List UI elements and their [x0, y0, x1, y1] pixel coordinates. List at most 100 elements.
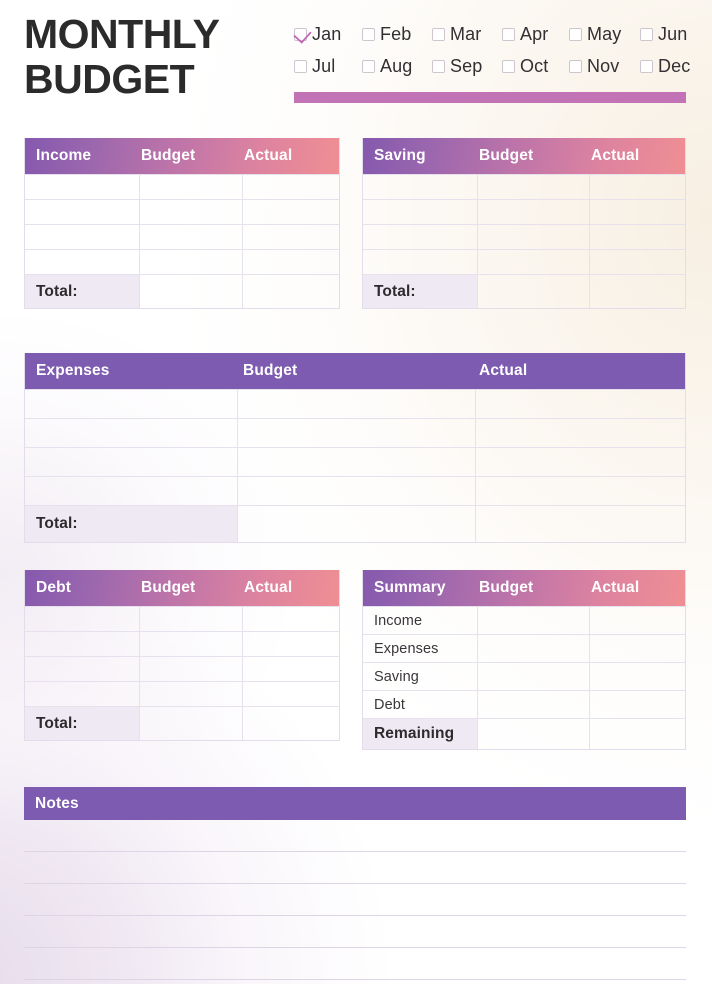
expenses-total-budget-cell[interactable]	[237, 506, 475, 542]
month-checkbox-jul[interactable]: Jul	[294, 53, 362, 79]
income-actual-cell[interactable]	[242, 200, 339, 224]
month-checkbox-oct[interactable]: Oct	[502, 53, 569, 79]
month-checkbox-nov[interactable]: Nov	[569, 53, 640, 79]
saving-budget-cell[interactable]	[477, 200, 589, 224]
checkbox-icon[interactable]	[502, 27, 515, 41]
summary-actual-cell[interactable]	[589, 663, 685, 690]
expense-name-cell[interactable]	[25, 390, 237, 418]
summary-budget-cell[interactable]	[477, 635, 589, 662]
month-checkbox-sep[interactable]: Sep	[432, 53, 502, 79]
summary-remaining-budget-cell[interactable]	[477, 719, 589, 749]
month-checkbox-feb[interactable]: Feb	[362, 21, 432, 47]
saving-budget-cell[interactable]	[477, 225, 589, 249]
debt-name-cell[interactable]	[25, 657, 139, 681]
saving-name-cell[interactable]	[363, 225, 477, 249]
expenses-total-actual-cell[interactable]	[475, 506, 685, 542]
debt-total-budget-cell[interactable]	[139, 707, 242, 740]
saving-actual-cell[interactable]	[589, 200, 685, 224]
income-actual-cell[interactable]	[242, 250, 339, 274]
saving-budget-cell[interactable]	[477, 175, 589, 199]
notes-line[interactable]	[24, 852, 686, 884]
summary-remaining-actual-cell[interactable]	[589, 719, 685, 749]
income-budget-cell[interactable]	[139, 250, 242, 274]
expense-name-cell[interactable]	[25, 419, 237, 447]
notes-line[interactable]	[24, 820, 686, 852]
debt-budget-cell[interactable]	[139, 607, 242, 631]
checkbox-icon[interactable]	[640, 27, 653, 41]
income-name-cell[interactable]	[25, 175, 139, 199]
month-checkbox-jun[interactable]: Jun	[640, 21, 688, 47]
checkbox-icon[interactable]	[362, 27, 375, 41]
debt-name-cell[interactable]	[25, 607, 139, 631]
expense-actual-cell[interactable]	[475, 448, 685, 476]
expense-budget-cell[interactable]	[237, 390, 475, 418]
notes-title: Notes	[35, 794, 79, 812]
debt-name-cell[interactable]	[25, 682, 139, 706]
month-checkbox-mar[interactable]: Mar	[432, 21, 502, 47]
saving-total-budget-cell[interactable]	[477, 275, 589, 308]
saving-actual-cell[interactable]	[589, 225, 685, 249]
saving-budget-cell[interactable]	[477, 250, 589, 274]
notes-line[interactable]	[24, 884, 686, 916]
expense-actual-cell[interactable]	[475, 419, 685, 447]
income-name-cell[interactable]	[25, 225, 139, 249]
checkbox-icon[interactable]	[432, 59, 445, 73]
income-budget-cell[interactable]	[139, 175, 242, 199]
income-name-cell[interactable]	[25, 200, 139, 224]
checkbox-icon[interactable]	[502, 59, 515, 73]
income-total-actual-cell[interactable]	[242, 275, 339, 308]
checkbox-icon[interactable]	[569, 27, 582, 41]
saving-name-cell[interactable]	[363, 200, 477, 224]
table-row	[25, 174, 339, 199]
expense-name-cell[interactable]	[25, 448, 237, 476]
debt-total-actual-cell[interactable]	[242, 707, 339, 740]
saving-total-actual-cell[interactable]	[589, 275, 685, 308]
expense-budget-cell[interactable]	[237, 477, 475, 505]
debt-actual-cell[interactable]	[242, 657, 339, 681]
summary-budget-cell[interactable]	[477, 663, 589, 690]
debt-actual-cell[interactable]	[242, 607, 339, 631]
income-actual-cell[interactable]	[242, 225, 339, 249]
saving-name-cell[interactable]	[363, 175, 477, 199]
saving-actual-cell[interactable]	[589, 175, 685, 199]
checkbox-icon[interactable]	[294, 27, 307, 41]
budget-page: MONTHLY BUDGET Jan Feb Mar Apr May Jun J…	[0, 0, 712, 984]
checkbox-icon[interactable]	[640, 59, 653, 73]
income-name-cell[interactable]	[25, 250, 139, 274]
month-checkbox-aug[interactable]: Aug	[362, 53, 432, 79]
month-checkbox-jan[interactable]: Jan	[294, 21, 362, 47]
debt-budget-cell[interactable]	[139, 682, 242, 706]
notes-line[interactable]	[24, 948, 686, 980]
checkbox-icon[interactable]	[294, 59, 307, 73]
debt-budget-cell[interactable]	[139, 657, 242, 681]
summary-actual-cell[interactable]	[589, 691, 685, 718]
expense-actual-cell[interactable]	[475, 477, 685, 505]
expense-budget-cell[interactable]	[237, 448, 475, 476]
expense-budget-cell[interactable]	[237, 419, 475, 447]
summary-actual-cell[interactable]	[589, 607, 685, 634]
saving-name-cell[interactable]	[363, 250, 477, 274]
expense-name-cell[interactable]	[25, 477, 237, 505]
checkbox-icon[interactable]	[569, 59, 582, 73]
income-budget-cell[interactable]	[139, 200, 242, 224]
income-actual-cell[interactable]	[242, 175, 339, 199]
summary-actual-cell[interactable]	[589, 635, 685, 662]
checkbox-icon[interactable]	[362, 59, 375, 73]
month-checkbox-may[interactable]: May	[569, 21, 640, 47]
summary-remaining-label-cell: Remaining	[363, 719, 477, 749]
checkbox-icon[interactable]	[432, 27, 445, 41]
income-budget-cell[interactable]	[139, 225, 242, 249]
month-checkbox-apr[interactable]: Apr	[502, 21, 569, 47]
debt-name-cell[interactable]	[25, 632, 139, 656]
month-checkbox-dec[interactable]: Dec	[640, 53, 690, 79]
income-total-budget-cell[interactable]	[139, 275, 242, 308]
summary-budget-cell[interactable]	[477, 691, 589, 718]
debt-actual-cell[interactable]	[242, 632, 339, 656]
expense-actual-cell[interactable]	[475, 390, 685, 418]
summary-budget-cell[interactable]	[477, 607, 589, 634]
notes-line[interactable]	[24, 916, 686, 948]
debt-table: Debt Budget Actual Total:	[24, 570, 340, 741]
saving-actual-cell[interactable]	[589, 250, 685, 274]
debt-budget-cell[interactable]	[139, 632, 242, 656]
debt-actual-cell[interactable]	[242, 682, 339, 706]
